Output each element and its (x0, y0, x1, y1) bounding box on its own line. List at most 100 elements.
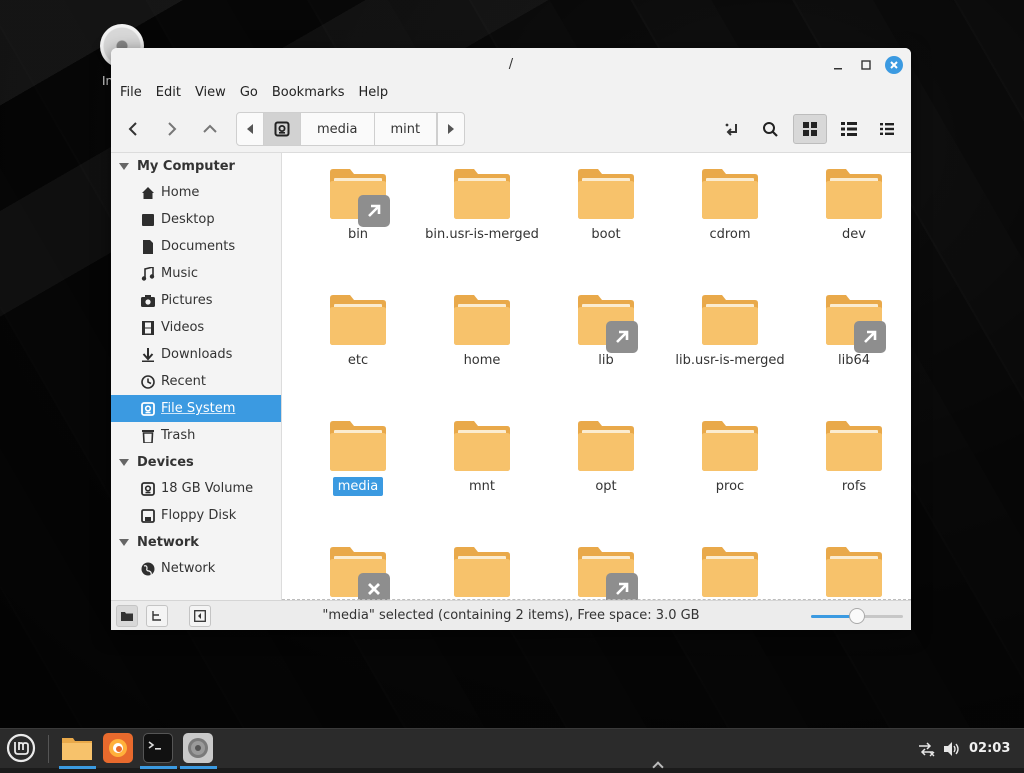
folder-item[interactable]: lib64 (799, 279, 909, 389)
folder-item[interactable] (551, 531, 661, 600)
back-button[interactable] (121, 118, 145, 140)
up-button[interactable] (198, 118, 222, 140)
folder-label: mnt (412, 479, 552, 494)
folder-item[interactable]: boot (551, 153, 661, 263)
expander-icon (119, 162, 129, 170)
titlebar[interactable]: / (111, 48, 911, 82)
mint-logo-icon (6, 733, 36, 763)
chevron-up-icon (203, 124, 217, 133)
menu-bookmarks[interactable]: Bookmarks (271, 82, 352, 106)
breadcrumb-scroll-right[interactable] (437, 113, 464, 145)
sidebar-item-label: Recent (161, 374, 206, 389)
folder-item[interactable] (427, 531, 537, 600)
compact-view-button[interactable] (870, 114, 904, 144)
forward-button[interactable] (160, 118, 184, 140)
breadcrumb-root[interactable] (264, 113, 301, 145)
toggle-location-button[interactable] (715, 114, 749, 144)
breadcrumb-media[interactable]: media (301, 113, 375, 145)
breadcrumb-scroll-left[interactable] (237, 113, 264, 145)
sidebar-item-documents[interactable]: Documents (111, 233, 281, 260)
folder-item[interactable]: home (427, 279, 537, 389)
menubar: File Edit View Go Bookmarks Help (111, 82, 911, 106)
close-button[interactable] (885, 56, 903, 74)
sidebar-item-trash[interactable]: Trash (111, 422, 281, 449)
clock[interactable]: 02:03 (969, 741, 1010, 756)
home-icon (141, 186, 155, 200)
sidebar-item-pictures[interactable]: Pictures (111, 287, 281, 314)
menu-file[interactable]: File (119, 82, 149, 106)
taskbar-separator (48, 735, 49, 763)
search-button[interactable] (753, 114, 787, 144)
sidebar-item-network[interactable]: Network (111, 555, 281, 582)
folder-item[interactable]: mnt (427, 405, 537, 515)
sidebar-item-downloads[interactable]: Downloads (111, 341, 281, 368)
statusbar: "media" selected (containing 2 items), F… (111, 600, 911, 630)
folder-item[interactable]: bin.usr-is-merged (425, 153, 539, 263)
section-network[interactable]: Network (119, 529, 199, 555)
file-grid[interactable]: bin bin.usr-is-merged boot cdrom dev etc home l… (282, 153, 911, 600)
toolbar: media mint (111, 106, 911, 153)
folder-item[interactable]: lib (551, 279, 661, 389)
folder-icon (826, 169, 882, 219)
folder-item[interactable] (675, 531, 785, 600)
sidebar-item-file-system[interactable]: File System (111, 395, 281, 422)
folder-label: cdrom (660, 227, 800, 242)
section-my-computer[interactable]: My Computer (119, 153, 235, 179)
sidebar-item-videos[interactable]: Videos (111, 314, 281, 341)
sidebar-item-volume[interactable]: 18 GB Volume (111, 475, 281, 502)
zoom-slider[interactable] (811, 608, 903, 624)
folder-item[interactable]: media (303, 405, 413, 515)
document-icon (141, 239, 155, 254)
folder-item[interactable]: dev (799, 153, 909, 263)
taskbar: 02:03 (0, 728, 1024, 773)
folder-label: lib64 (784, 353, 911, 368)
section-devices[interactable]: Devices (119, 449, 194, 475)
folder-item[interactable]: lib.usr-is-merged (675, 279, 785, 389)
maximize-button[interactable] (857, 56, 875, 74)
breadcrumb-mint[interactable]: mint (375, 113, 438, 145)
sidebar-item-label: Network (161, 561, 216, 576)
menu-go[interactable]: Go (239, 82, 265, 106)
drive-icon (141, 481, 155, 496)
installer-launcher[interactable] (183, 733, 213, 763)
sidebar-item-label: Videos (161, 320, 205, 335)
folder-icon (454, 547, 510, 597)
files-launcher[interactable] (62, 733, 92, 763)
folder-item[interactable]: etc (303, 279, 413, 389)
folder-label: boot (536, 227, 676, 242)
zoom-slider-knob[interactable] (849, 608, 865, 624)
minimize-button[interactable] (829, 56, 847, 74)
folder-label: media (288, 477, 428, 496)
menu-help[interactable]: Help (357, 82, 395, 106)
icon-view-button[interactable] (793, 114, 827, 144)
menu-edit[interactable]: Edit (155, 82, 188, 106)
sidebar-item-music[interactable]: Music (111, 260, 281, 287)
maximize-icon (861, 60, 871, 70)
panel-up-arrow-icon[interactable] (652, 761, 664, 773)
sidebar-item-label: File System (161, 401, 236, 416)
list-icon (841, 122, 857, 136)
sidebar-item-floppy[interactable]: Floppy Disk (111, 502, 281, 529)
folder-icon (578, 421, 634, 471)
folder-name: dev (842, 227, 866, 242)
list-view-button[interactable] (832, 114, 866, 144)
folder-item[interactable] (303, 531, 413, 600)
sidebar-item-home[interactable]: Home (111, 179, 281, 206)
terminal-launcher[interactable] (143, 733, 173, 763)
menu-view[interactable]: View (194, 82, 233, 106)
folder-item[interactable]: bin (303, 153, 413, 263)
folder-item[interactable] (799, 531, 909, 600)
volume-icon[interactable] (943, 741, 961, 760)
folder-item[interactable]: opt (551, 405, 661, 515)
folder-item[interactable]: proc (675, 405, 785, 515)
folder-icon (702, 421, 758, 471)
folder-item[interactable]: cdrom (675, 153, 785, 263)
download-arrow-icon (141, 347, 155, 362)
network-disconnected-icon[interactable] (917, 741, 935, 760)
folder-label: proc (660, 479, 800, 494)
firefox-launcher[interactable] (103, 733, 133, 763)
menu-button[interactable] (6, 733, 36, 763)
sidebar-item-recent[interactable]: Recent (111, 368, 281, 395)
folder-item[interactable]: rofs (799, 405, 909, 515)
sidebar-item-desktop[interactable]: Desktop (111, 206, 281, 233)
